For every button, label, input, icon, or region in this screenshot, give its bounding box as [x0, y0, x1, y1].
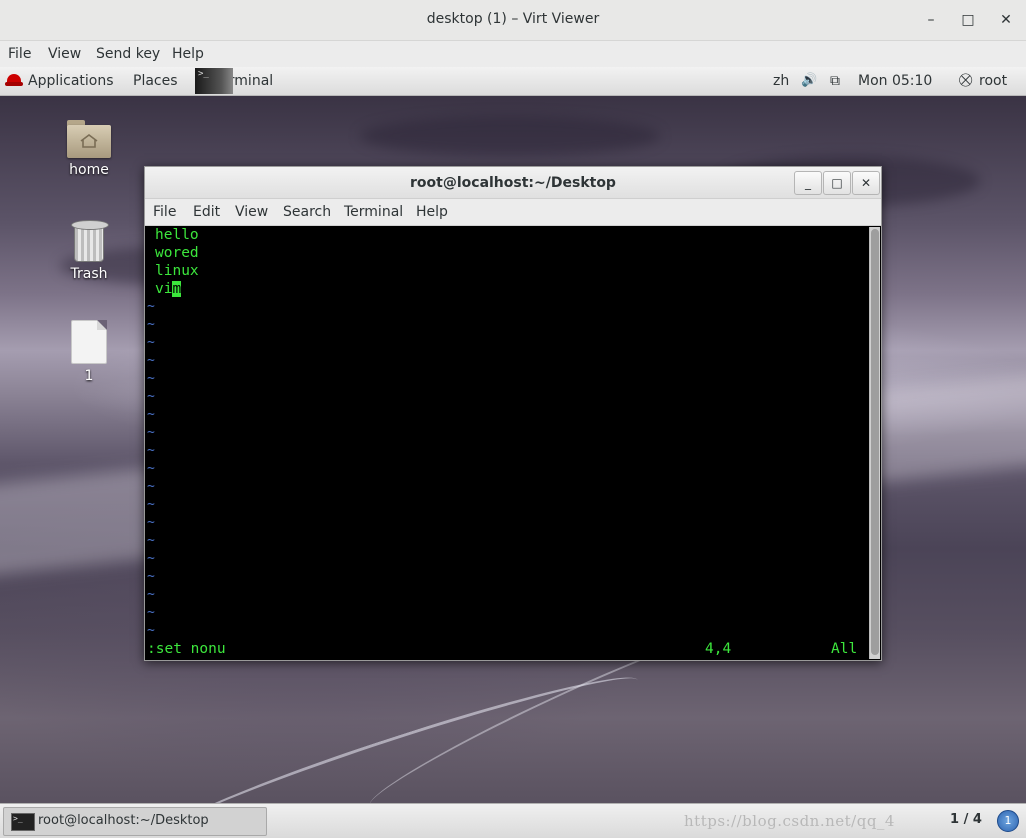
empty-line-marker: ~: [147, 353, 155, 368]
desktop-icon-label: 1: [84, 368, 94, 384]
viewer-maximize-button[interactable]: □: [957, 10, 979, 30]
viewer-menubar: File View Send key Help: [0, 41, 1026, 67]
viewer-title: desktop (1) – Virt Viewer: [426, 11, 600, 27]
empty-line-marker: ~: [147, 515, 155, 530]
viewer-titlebar: desktop (1) – Virt Viewer – □ ✕: [0, 0, 1026, 41]
buffer-line: linux: [155, 263, 199, 279]
empty-line-marker: ~: [147, 623, 155, 638]
vim-cursor-position: 4,4: [705, 641, 732, 657]
places-menu[interactable]: Places: [133, 73, 178, 89]
text-cursor: m: [172, 281, 182, 297]
user-icon: ⛒: [959, 73, 973, 88]
empty-line-marker: ~: [147, 569, 155, 584]
network-icon[interactable]: ⧉: [830, 73, 840, 89]
empty-line-marker: ~: [147, 299, 155, 314]
clock[interactable]: Mon 05:10: [858, 73, 932, 89]
empty-line-marker: ~: [147, 479, 155, 494]
viewer-menu-send-key[interactable]: Send key: [96, 46, 160, 62]
user-menu[interactable]: root: [979, 73, 1007, 89]
desktop-icon-home[interactable]: home: [44, 120, 134, 178]
empty-line-marker: ~: [147, 605, 155, 620]
empty-line-marker: ~: [147, 389, 155, 404]
empty-line-marker: ~: [147, 425, 155, 440]
taskbar-window-terminal[interactable]: root@localhost:~/Desktop: [3, 807, 267, 836]
viewer-close-button[interactable]: ✕: [995, 10, 1017, 30]
terminal-titlebar[interactable]: root@localhost:~/Desktop _ □ ✕: [145, 167, 881, 199]
terminal-menu-search[interactable]: Search: [283, 204, 331, 220]
taskbar-window-label: root@localhost:~/Desktop: [38, 813, 209, 828]
terminal-menu-terminal[interactable]: Terminal: [344, 204, 403, 220]
terminal-screen[interactable]: hello wored linux vim ~ ~ ~ ~ ~ ~ ~ ~ ~ …: [145, 226, 867, 660]
empty-line-marker: ~: [147, 497, 155, 512]
empty-line-marker: ~: [147, 533, 155, 548]
scrollbar-thumb[interactable]: [871, 229, 879, 655]
desktop-icon-trash[interactable]: Trash: [44, 220, 134, 282]
redhat-icon: [5, 74, 23, 86]
notification-badge[interactable]: 1: [997, 810, 1019, 832]
empty-line-marker: ~: [147, 551, 155, 566]
input-method-indicator[interactable]: zh: [773, 73, 789, 89]
terminal-menu-help[interactable]: Help: [416, 204, 448, 220]
terminal-window[interactable]: root@localhost:~/Desktop _ □ ✕ File Edit…: [144, 166, 882, 661]
terminal-menu-file[interactable]: File: [153, 204, 176, 220]
terminal-scrollbar[interactable]: [869, 227, 880, 659]
buffer-line: hello: [155, 227, 199, 243]
empty-line-marker: ~: [147, 317, 155, 332]
terminal-maximize-button[interactable]: □: [823, 171, 851, 195]
terminal-minimize-button[interactable]: _: [794, 171, 822, 195]
empty-line-marker: ~: [147, 461, 155, 476]
watermark: https://blog.csdn.net/qq_4: [684, 812, 895, 830]
bottom-taskbar: root@localhost:~/Desktop https://blog.cs…: [0, 803, 1026, 838]
desktop-icon-file[interactable]: 1: [44, 320, 134, 384]
home-folder-icon: [67, 120, 111, 158]
empty-line-marker: ~: [147, 587, 155, 602]
buffer-line: vim: [155, 281, 182, 297]
viewer-minimize-button[interactable]: –: [920, 10, 942, 30]
top-panel: Applications Places Terminal zh 🔊 ⧉ Mon …: [0, 67, 1026, 96]
viewer-menu-file[interactable]: File: [8, 46, 31, 62]
volume-icon[interactable]: 🔊: [801, 73, 817, 88]
viewer-menu-view[interactable]: View: [48, 46, 81, 62]
vim-command-line: :set nonu: [147, 641, 226, 657]
empty-line-marker: ~: [147, 443, 155, 458]
file-icon: [71, 320, 107, 364]
empty-line-marker: ~: [147, 371, 155, 386]
desktop-icon-label: Trash: [70, 266, 108, 282]
terminal-menu-view[interactable]: View: [235, 204, 268, 220]
viewer-menu-help[interactable]: Help: [172, 46, 204, 62]
terminal-menubar: File Edit View Search Terminal Help: [145, 199, 881, 226]
trash-icon: [71, 220, 109, 262]
terminal-app-icon[interactable]: >_: [195, 68, 233, 94]
desktop-icon-label: home: [69, 162, 109, 178]
terminal-menu-edit[interactable]: Edit: [193, 204, 220, 220]
workspace-indicator[interactable]: 1 / 4: [950, 812, 982, 827]
buffer-line: wored: [155, 245, 199, 261]
empty-line-marker: ~: [147, 407, 155, 422]
vim-scroll-indicator: All: [831, 641, 858, 657]
terminal-close-button[interactable]: ✕: [852, 171, 880, 195]
empty-line-marker: ~: [147, 335, 155, 350]
terminal-icon: [11, 813, 35, 831]
applications-menu[interactable]: Applications: [28, 73, 114, 89]
terminal-title: root@localhost:~/Desktop: [410, 175, 616, 191]
